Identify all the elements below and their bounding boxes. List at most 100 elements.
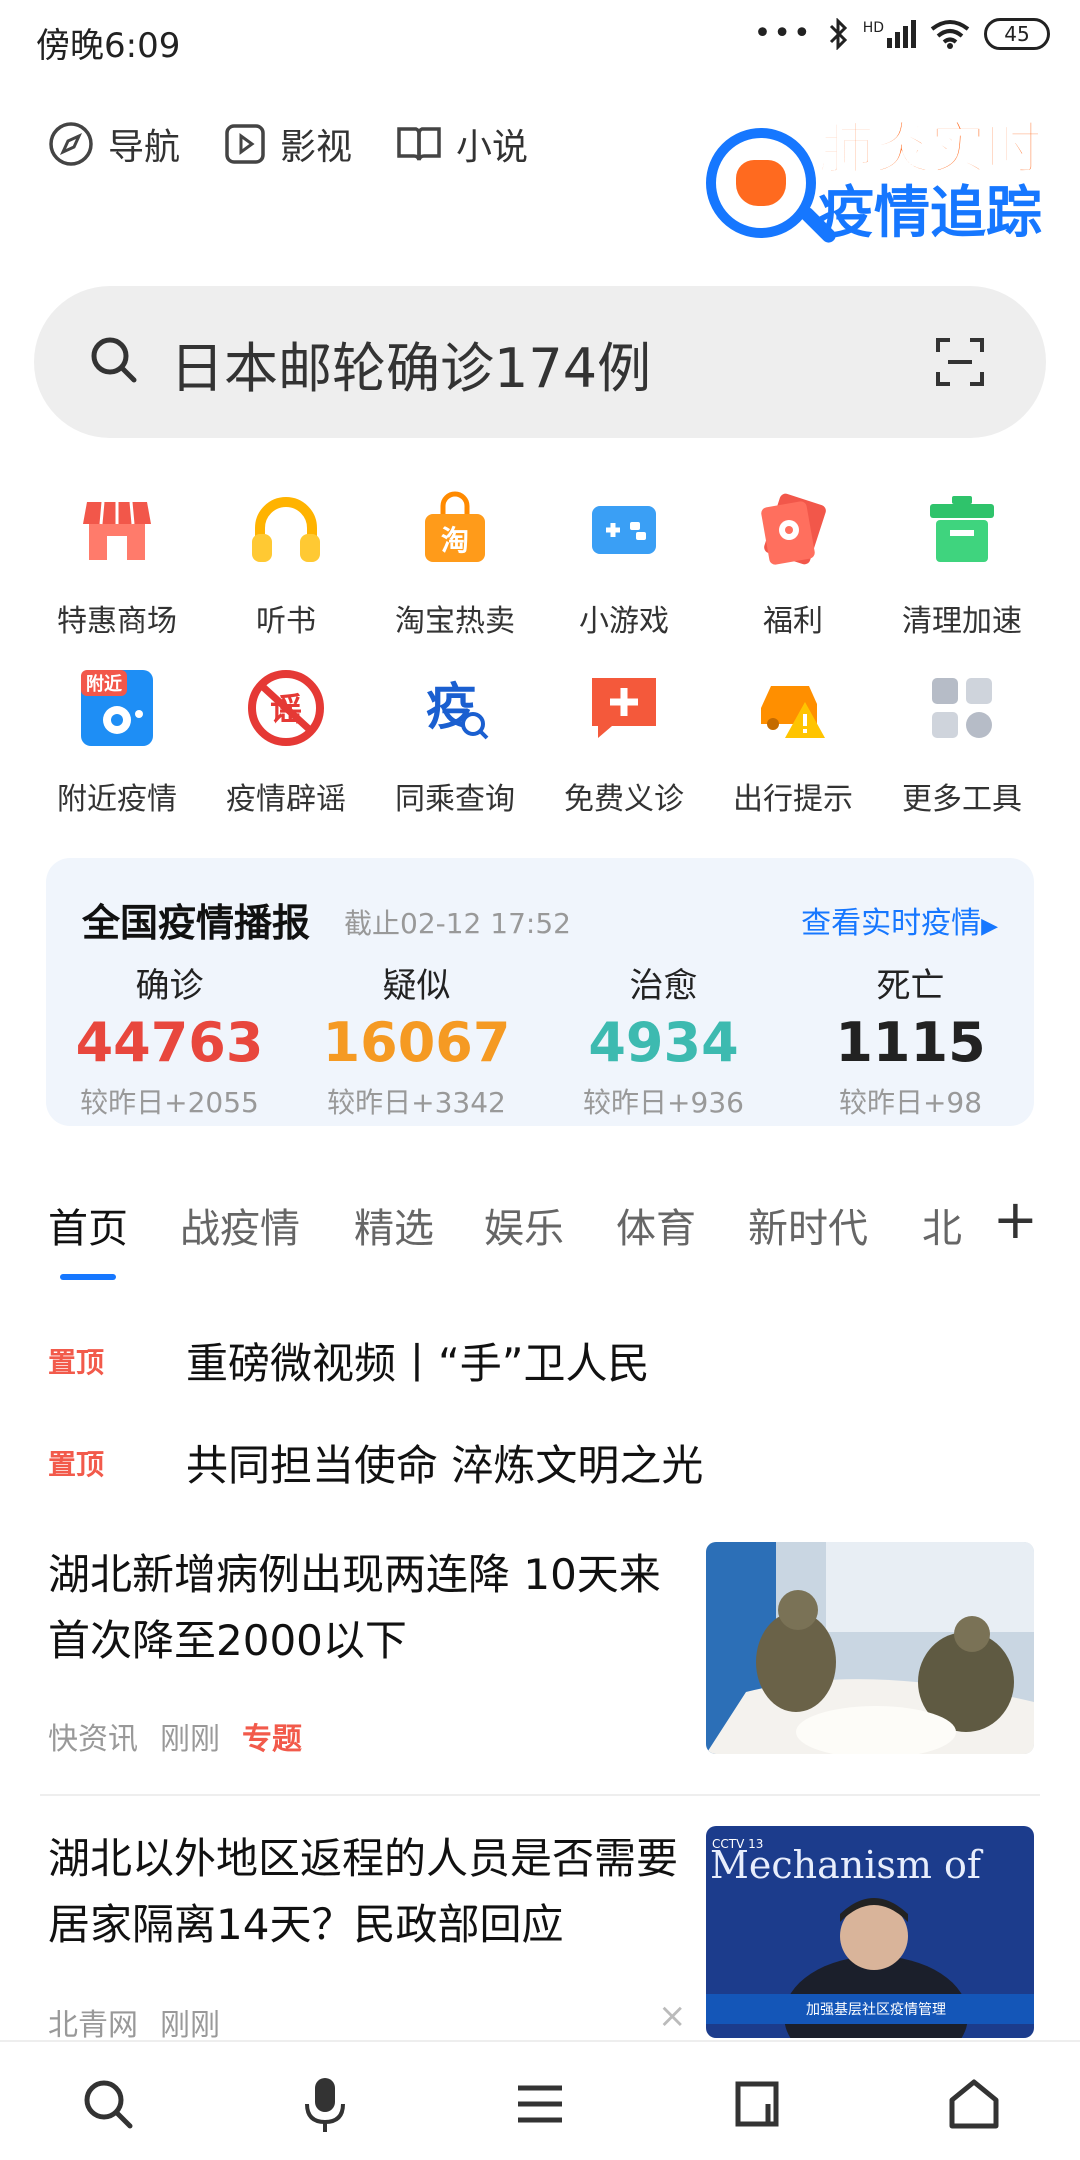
svg-text:淘: 淘 [441,524,469,557]
tab-home[interactable]: 首页 [48,1196,128,1254]
grid-item-same-trip[interactable]: 疫 同乘查询 [365,668,545,818]
chevron-right-icon: ▶ [981,914,998,939]
tab-beijing[interactable]: 北 [922,1196,962,1254]
realtime-link-label: 查看实时疫情 [801,906,982,941]
grid-item-free-clinic[interactable]: 免费义诊 [534,668,714,818]
taobao-bag-icon: 淘 [425,491,485,562]
news-title: 湖北新增病例出现两连降 10天来首次降至2000以下 [48,1550,661,1665]
rumor-ban-icon: 谣 [248,670,324,746]
bottom-toolbar [0,2040,1080,2160]
stat-deaths: 死亡 1115 较昨日+98 [787,958,1034,1121]
news-meta: 快资讯 刚刚 专题 [48,1714,302,1758]
news-source: 快资讯 [48,1722,138,1757]
close-icon[interactable]: × [658,1996,687,2036]
logo-line2: 疫情追踪 [818,181,1042,246]
car-warning-icon [761,686,825,738]
grid-label: 附近疫情 [57,782,177,817]
stat-number: 16067 [322,1011,511,1074]
grid-item-discount-mall[interactable]: 特惠商场 [27,490,207,640]
shop-icon [83,501,151,560]
grid-label: 特惠商场 [57,604,177,639]
microphone-icon[interactable] [295,2074,355,2134]
medical-chat-icon [592,678,656,738]
bluetooth-icon [829,17,847,50]
pinned-tag: 置顶 [48,1447,105,1481]
grid-item-taobao[interactable]: 淘 淘宝热卖 [365,490,545,640]
nav-label: 导航 [108,127,181,168]
wifi-icon [930,19,970,49]
active-tab-indicator [60,1274,116,1280]
tab-fight-epidemic[interactable]: 战疫情 [180,1196,300,1254]
svg-text:附近: 附近 [86,673,122,695]
stat-number: 4934 [588,1011,739,1074]
tab-featured[interactable]: 精选 [354,1196,434,1254]
pinned-item[interactable]: 置顶 重磅微视频丨“手”卫人民 [48,1330,650,1391]
tab-entertainment[interactable]: 娱乐 [484,1196,564,1254]
stat-cured: 治愈 4934 较昨日+936 [540,958,787,1121]
video-icon [225,124,265,164]
news-title: 湖北以外地区返程的人员是否需要居家隔离14天？民政部回应 [48,1834,679,1949]
search-icon [91,337,137,383]
news-topic-tag: 专题 [242,1722,302,1757]
scan-icon[interactable] [934,336,986,388]
pinned-title: 共同担当使命 淬炼文明之光 [186,1441,704,1490]
divider [40,1794,1040,1796]
news-item[interactable]: 湖北新增病例出现两连降 10天来首次降至2000以下 快资讯 刚刚 专题 [48,1542,1048,1782]
grid-item-welfare[interactable]: 福利 [703,490,883,640]
search-hint: 日本邮轮确诊174例 [170,337,652,400]
add-channel-icon[interactable]: + [993,1188,1038,1251]
nav-item-novel[interactable]: 小说 [396,118,528,170]
grid-label: 疫情辟谣 [226,782,346,817]
tab-sports[interactable]: 体育 [616,1196,696,1254]
news-item[interactable]: 湖北以外地区返程的人员是否需要居家隔离14天？民政部回应 北青网 刚刚 × Me… [48,1826,1048,2043]
stat-delta: 较昨日+3342 [327,1086,506,1119]
stat-suspected: 疑似 16067 较昨日+3342 [293,958,540,1121]
grid-label: 出行提示 [733,782,853,817]
hd-label: HD [862,19,884,36]
grid-label: 更多工具 [902,782,1022,817]
stat-name: 治愈 [629,966,698,1006]
nearby-virus-icon: 附近 [81,670,153,746]
epidemic-report-card[interactable]: 全国疫情播报 截止02-12 17:52 查看实时疫情▶ 确诊 44763 较昨… [46,858,1034,1126]
nav-label: 影视 [280,127,353,168]
battery-icon: 45 [984,17,1050,50]
grid-item-audiobook[interactable]: 听书 [196,490,376,640]
grid-item-more-tools[interactable]: 更多工具 [872,668,1052,818]
news-time: 刚刚 [160,1722,220,1757]
grid-item-minigame[interactable]: 小游戏 [534,490,714,640]
battery-level: 45 [1004,21,1030,46]
news-thumbnail: Mechanism of 加强基层社区疫情管理 CCTV 13 [706,1826,1034,2038]
news-source: 北青网 [48,2008,138,2043]
headphones-icon [252,497,320,562]
search-icon[interactable] [78,2074,138,2134]
stat-name: 疑似 [382,966,451,1006]
epidemic-tracker-logo[interactable]: 肺炎实时 疫情追踪 [700,117,1044,248]
grid-label: 小游戏 [579,604,669,639]
status-icons: ••• HD 45 [754,16,1050,51]
logo-line1: 肺炎实时 [817,117,1043,183]
search-bar[interactable]: 日本邮轮确诊174例 [34,286,1046,438]
nav-item-video[interactable]: 影视 [224,118,352,170]
stat-number: 1115 [835,1011,986,1074]
realtime-link[interactable]: 查看实时疫情▶ [801,898,998,942]
grid-item-cleanup[interactable]: 清理加速 [872,490,1052,640]
news-meta: 北青网 刚刚 [48,2000,220,2044]
grid-item-nearby-epidemic[interactable]: 附近 附近疫情 [27,668,207,818]
home-icon[interactable] [944,2074,1004,2134]
grid-item-travel-tips[interactable]: 出行提示 [703,668,883,818]
pinned-tag: 置顶 [48,1345,105,1379]
more-dots-icon: ••• [753,16,813,51]
thumbnail-channel: CCTV 13 [712,1837,763,1851]
nav-item-navigation[interactable]: 导航 [48,118,180,170]
stat-delta: 较昨日+98 [838,1086,983,1119]
tab-new-era[interactable]: 新时代 [748,1196,868,1254]
stat-confirmed: 确诊 44763 较昨日+2055 [46,958,293,1121]
menu-icon[interactable] [510,2074,570,2134]
gamepad-icon [592,506,656,554]
lungs-icon [736,160,786,206]
grid-label: 免费义诊 [564,782,684,817]
grid-item-rumor[interactable]: 谣 疫情辟谣 [196,668,376,818]
tabs-window-icon[interactable] [728,2074,788,2134]
pinned-item[interactable]: 置顶 共同担当使命 淬炼文明之光 [48,1432,703,1493]
card-title: 全国疫情播报 [82,901,311,945]
